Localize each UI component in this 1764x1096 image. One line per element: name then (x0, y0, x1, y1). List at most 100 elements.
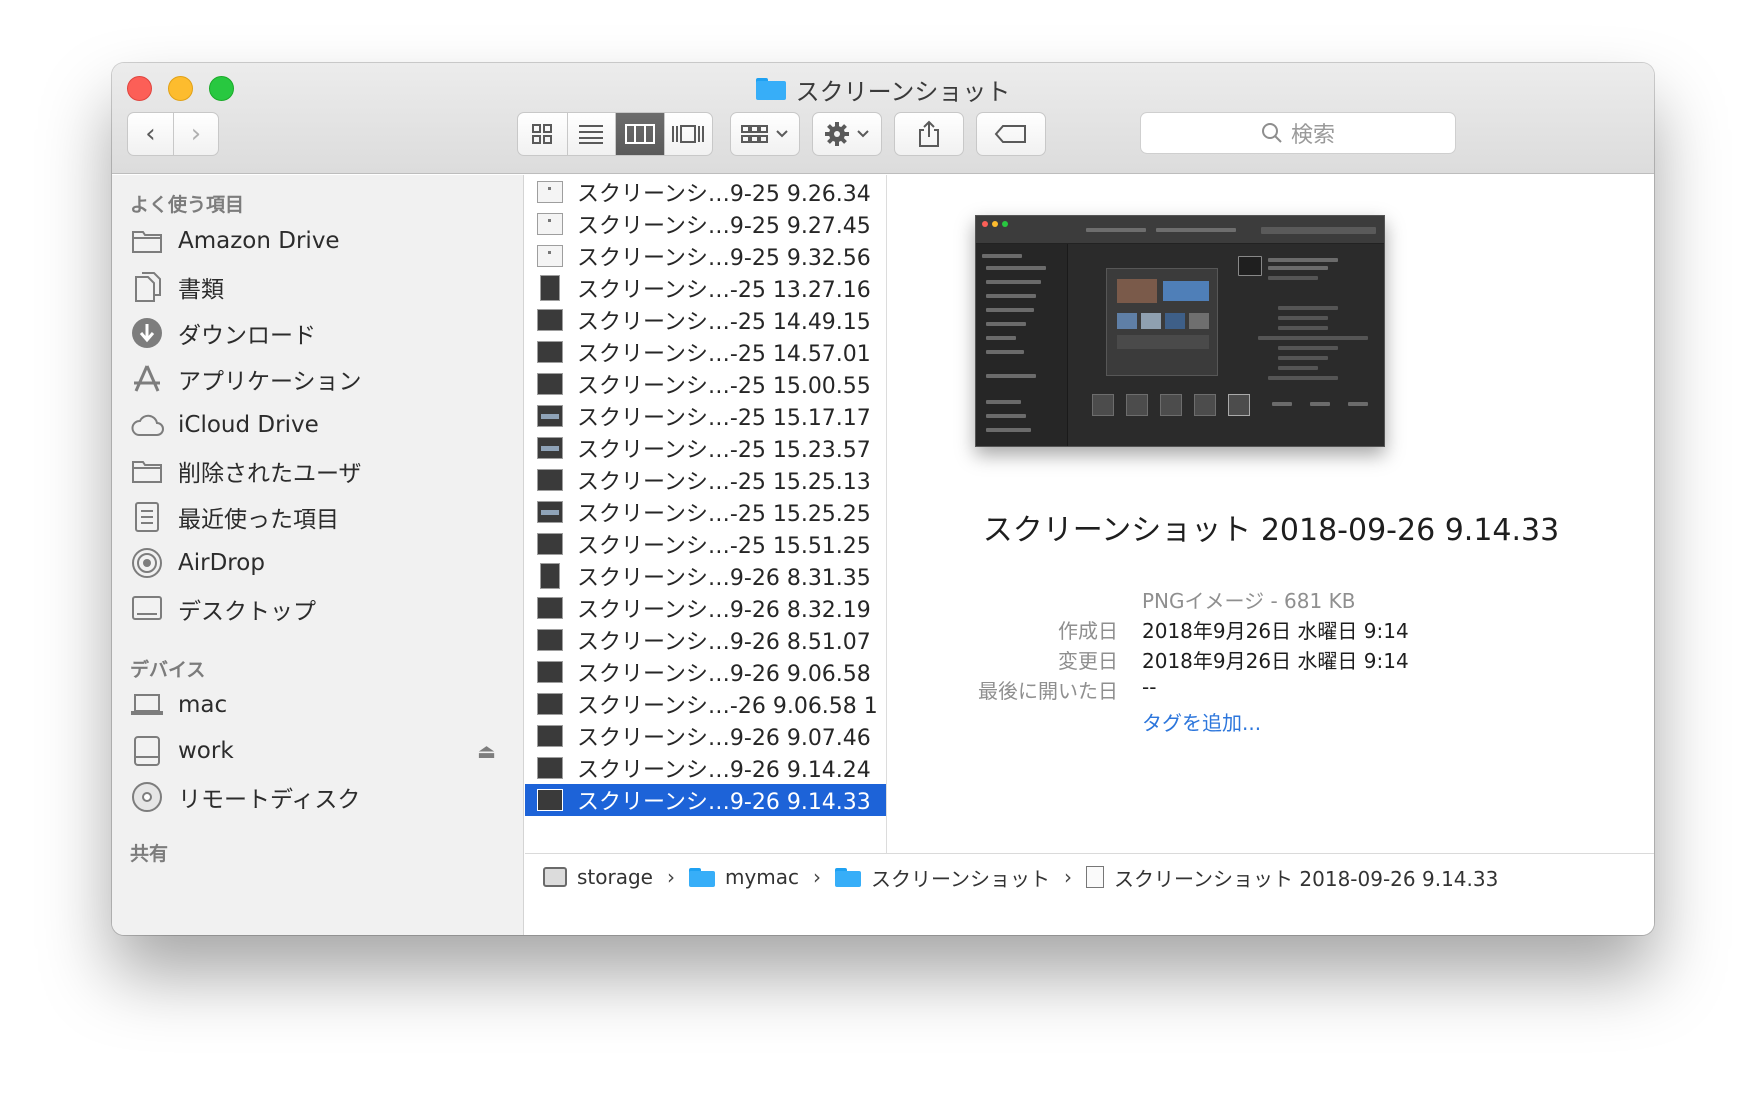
sidebar-item-deleted-users[interactable]: 削除されたユーザ (130, 451, 510, 491)
chevron-down-icon (857, 130, 869, 138)
file-name: スクリーンシ…9-26 9.06.58 (577, 662, 871, 687)
laptop-icon (130, 688, 164, 722)
file-name: スクリーンシ…9-26 8.32.19 (577, 598, 871, 623)
sidebar-item-recents[interactable]: 最近使った項目 (130, 497, 510, 537)
file-row[interactable]: スクリーンシ…9-26 9.07.46 (525, 720, 886, 752)
toolbar: スクリーンショット ‹ › 検索 (112, 63, 1654, 174)
file-row[interactable]: スクリーンシ…-25 15.23.57 (525, 432, 886, 464)
path-item-screenshots[interactable]: スクリーンショット (871, 863, 1050, 892)
window-title: スクリーンショット (112, 73, 1654, 106)
sidebar-item-label: デスクトップ (178, 599, 316, 625)
folder-icon (688, 867, 715, 887)
last-opened-value: -- (1142, 675, 1157, 699)
created-value: 2018年9月26日 水曜日 9:14 (1142, 619, 1409, 643)
back-button[interactable]: ‹ (128, 113, 173, 155)
sidebar-item-documents[interactable]: 書類 (130, 267, 510, 307)
file-name: スクリーンシ…9-26 9.14.33 (577, 790, 871, 815)
folder-icon (835, 867, 862, 887)
icon-grid-icon (532, 124, 553, 144)
share-button[interactable] (894, 112, 964, 156)
tag-button[interactable] (976, 112, 1046, 156)
image-thumbnail-icon (537, 437, 563, 459)
preview-image-sidebar (976, 244, 1068, 446)
file-row[interactable]: スクリーンシ…-26 9.06.58 1 (525, 688, 886, 720)
file-row[interactable]: スクリーンシ…-25 15.51.25 (525, 528, 886, 560)
list-view-button[interactable] (566, 113, 616, 155)
file-name: スクリーンシ…-25 15.00.55 (577, 374, 871, 399)
sidebar-item-label: リモートディスク (178, 787, 361, 813)
file-name: スクリーンシ…9-25 9.27.45 (577, 214, 871, 239)
sidebar-item-downloads[interactable]: ダウンロード (130, 313, 510, 353)
preview-image-filmstrip (1072, 394, 1382, 424)
file-row[interactable]: スクリーンシ…9-26 8.31.35 (525, 560, 886, 592)
file-row-selected[interactable]: スクリーンシ…9-26 9.14.33 (525, 784, 886, 816)
sidebar-item-work[interactable]: work ⏏ (130, 731, 510, 771)
file-name: スクリーンシ…-25 15.25.25 (577, 502, 871, 527)
chevron-left-icon: ‹ (145, 119, 156, 149)
add-tags-link[interactable]: タグを追加... (1142, 707, 1261, 736)
downloads-icon (130, 316, 164, 350)
file-row[interactable]: スクリーンシ…-25 15.25.13 (525, 464, 886, 496)
file-row[interactable]: スクリーンシ…9-25 9.26.34 (525, 176, 886, 208)
file-row[interactable]: スクリーンシ…9-25 9.27.45 (525, 208, 886, 240)
folder-icon (130, 224, 164, 258)
sidebar-item-label: 最近使った項目 (178, 507, 339, 533)
sidebar-item-applications[interactable]: アプリケーション (130, 359, 510, 399)
image-thumbnail-icon (537, 693, 563, 715)
file-row[interactable]: スクリーンシ…9-26 8.51.07 (525, 624, 886, 656)
file-row[interactable]: スクリーンシ…-25 15.25.25 (525, 496, 886, 528)
sidebar: よく使う項目 Amazon Drive 書類 ダウンロード アプリケーション i… (112, 175, 524, 935)
icon-view-button[interactable] (518, 113, 567, 155)
action-menu-button[interactable] (812, 112, 882, 156)
folder-icon (755, 78, 786, 100)
path-item-storage[interactable]: storage (577, 865, 653, 889)
image-thumbnail-icon (540, 563, 560, 589)
sidebar-item-amazon-drive[interactable]: Amazon Drive (130, 221, 510, 261)
file-name: スクリーンシ…9-26 9.14.24 (577, 758, 871, 783)
sidebar-item-label: iCloud Drive (178, 412, 319, 438)
file-row[interactable]: スクリーンシ…9-25 9.32.56 (525, 240, 886, 272)
search-field[interactable]: 検索 (1140, 112, 1456, 154)
sidebar-item-remote-disc[interactable]: リモートディスク (130, 777, 510, 817)
file-row[interactable]: スクリーンシ…-25 15.17.17 (525, 400, 886, 432)
file-row[interactable]: スクリーンシ…-25 14.57.01 (525, 336, 886, 368)
file-row[interactable]: スクリーンシ…9-26 9.06.58 (525, 656, 886, 688)
eject-icon[interactable]: ⏏ (477, 739, 496, 763)
arrange-button[interactable] (730, 112, 800, 156)
chevron-right-icon: › (190, 119, 202, 149)
file-row[interactable]: スクリーンシ…9-26 9.14.24 (525, 752, 886, 784)
sidebar-item-airdrop[interactable]: AirDrop (130, 543, 510, 583)
column-view-button[interactable] (615, 113, 664, 155)
cloud-icon (130, 408, 164, 442)
applications-icon (130, 362, 164, 396)
file-name: スクリーンシ…-25 15.17.17 (577, 406, 871, 431)
preview-file-name: スクリーンショット 2018-09-26 9.14.33 (982, 513, 1560, 548)
preview-image-content (1106, 268, 1218, 376)
path-item-file[interactable]: スクリーンショット 2018-09-26 9.14.33 (1114, 863, 1498, 892)
columns-icon (624, 124, 655, 144)
sidebar-item-desktop[interactable]: デスクトップ (130, 589, 510, 629)
file-row[interactable]: スクリーンシ…9-26 8.32.19 (525, 592, 886, 624)
file-row[interactable]: スクリーンシ…-25 13.27.16 (525, 272, 886, 304)
file-name: スクリーンシ…-25 15.23.57 (577, 438, 871, 463)
sidebar-item-mac[interactable]: mac (130, 685, 510, 725)
file-row[interactable]: スクリーンシ…-25 14.49.15 (525, 304, 886, 336)
image-thumbnail-icon (537, 501, 563, 523)
file-name: スクリーンシ…-25 15.25.13 (577, 470, 871, 495)
file-name: スクリーンシ…-25 14.57.01 (577, 342, 871, 367)
gallery-view-button[interactable] (663, 113, 713, 155)
path-item-mymac[interactable]: mymac (725, 865, 799, 889)
file-row[interactable]: スクリーンシ…-25 15.00.55 (525, 368, 886, 400)
chevron-right-icon: › (813, 865, 822, 889)
forward-button[interactable]: › (172, 113, 218, 155)
created-label: 作成日 (1058, 619, 1118, 643)
sidebar-item-icloud-drive[interactable]: iCloud Drive (130, 405, 510, 445)
preview-image[interactable] (975, 215, 1385, 447)
image-thumbnail-icon (537, 373, 563, 395)
navigation-buttons: ‹ › (127, 112, 219, 156)
file-list-column: スクリーンシ…9-25 9.26.34 スクリーンシ…9-25 9.27.45 … (525, 175, 887, 853)
desktop-icon (130, 592, 164, 626)
documents-icon (130, 270, 164, 304)
chevron-right-icon: › (666, 865, 675, 889)
sidebar-item-label: 削除されたユーザ (178, 461, 362, 487)
